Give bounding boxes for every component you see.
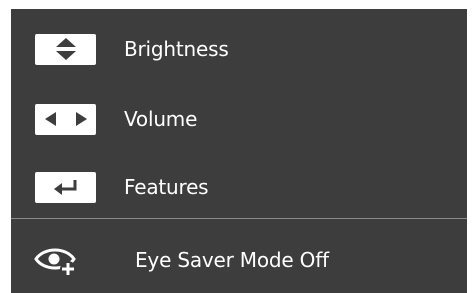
left-right-arrows-icon <box>35 103 96 135</box>
menu-item-label: Features <box>124 175 209 199</box>
enter-return-icon <box>35 171 96 203</box>
menu-item-label: Brightness <box>124 37 229 61</box>
menu-divider <box>11 218 467 219</box>
menu-item-features[interactable]: Features <box>11 159 467 215</box>
eye-saver-mode-label: Eye Saver Mode Off <box>135 248 329 272</box>
menu-item-label: Volume <box>124 107 198 131</box>
up-down-arrows-icon <box>35 33 96 65</box>
menu-item-volume[interactable]: Volume <box>11 91 467 147</box>
monitor-osd-menu: Brightness Volume Features Eye Saver Mod… <box>11 9 467 293</box>
eye-plus-icon <box>34 248 76 277</box>
eye-saver-mode-toggle[interactable]: Eye Saver Mode Off <box>11 237 467 287</box>
menu-item-brightness[interactable]: Brightness <box>11 21 467 77</box>
